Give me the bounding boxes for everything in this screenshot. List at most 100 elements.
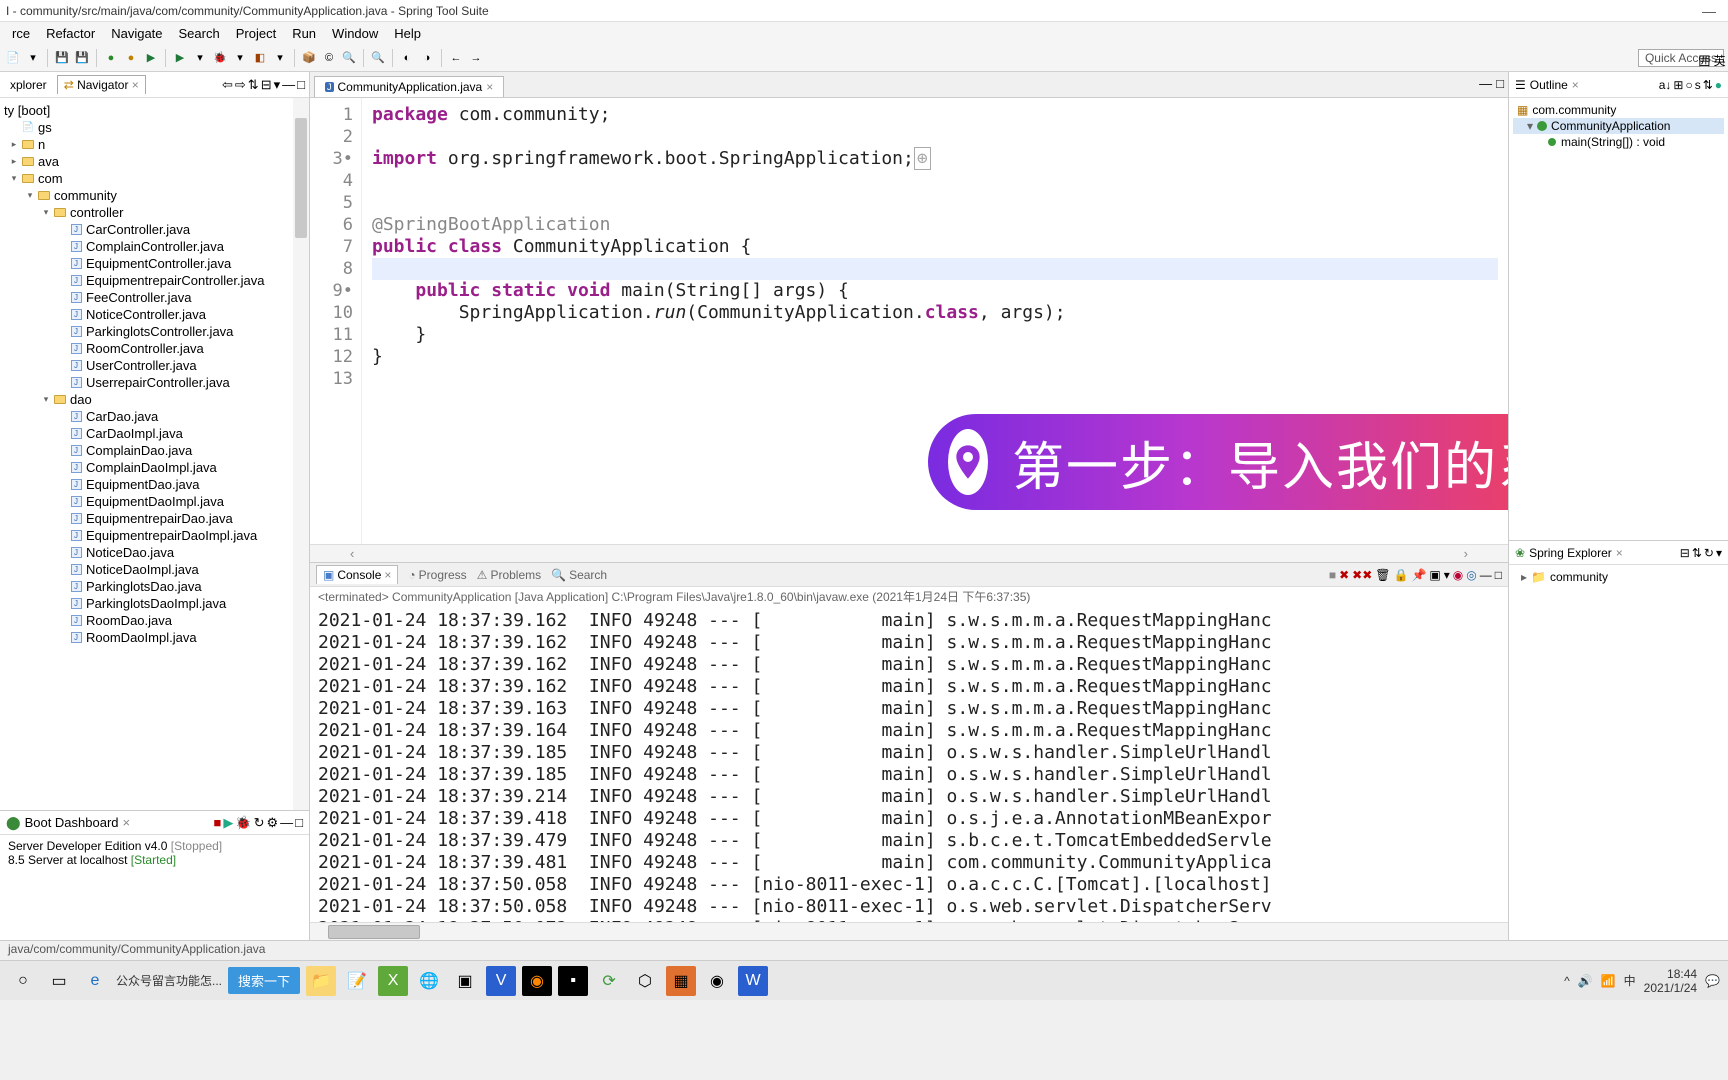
maximize-icon[interactable]: □: [1496, 76, 1504, 91]
refresh-icon[interactable]: ↻: [254, 815, 265, 831]
search-button[interactable]: 🔍: [369, 49, 387, 67]
search-button[interactable]: 搜索一下: [228, 967, 300, 994]
collapse-icon[interactable]: ⊟: [1680, 546, 1690, 560]
menu-refactor[interactable]: Refactor: [38, 24, 103, 43]
save-all-button[interactable]: 💾: [73, 49, 91, 67]
dropdown-icon[interactable]: ▾: [191, 49, 209, 67]
notepad-icon[interactable]: 📝: [342, 966, 372, 996]
refresh-icon[interactable]: ↻: [1704, 546, 1714, 560]
display-button[interactable]: ▣: [1429, 568, 1440, 582]
stop-button[interactable]: ■: [214, 815, 222, 831]
hide-static-icon[interactable]: s: [1695, 78, 1701, 92]
close-icon[interactable]: ×: [132, 78, 139, 92]
tree-file[interactable]: JEquipmentDaoImpl.java: [0, 493, 309, 510]
tree-root[interactable]: ty [boot]: [0, 102, 309, 119]
menu-window[interactable]: Window: [324, 24, 386, 43]
scrollbar-vertical[interactable]: [293, 98, 309, 810]
tree-file[interactable]: JCarDao.java: [0, 408, 309, 425]
tree-file[interactable]: JRoomController.java: [0, 340, 309, 357]
open-type-button[interactable]: 🔍: [340, 49, 358, 67]
dropdown-icon[interactable]: ▾: [24, 49, 42, 67]
tree-file[interactable]: JNoticeController.java: [0, 306, 309, 323]
outline-package[interactable]: ▦ com.community: [1513, 102, 1724, 118]
tab-console[interactable]: ▣ Console ×: [316, 565, 398, 584]
tray-language-icon[interactable]: 中: [1624, 972, 1636, 989]
new-button[interactable]: 📄: [4, 49, 22, 67]
boot-server-row[interactable]: Server Developer Edition v4.0 [Stopped]: [8, 839, 301, 853]
excel-icon[interactable]: X: [378, 966, 408, 996]
app-icon[interactable]: ◉: [522, 966, 552, 996]
task-view-icon[interactable]: ▭: [44, 966, 74, 996]
file-explorer-icon[interactable]: 📁: [306, 966, 336, 996]
close-icon[interactable]: ×: [1572, 78, 1579, 92]
vscode-icon[interactable]: V: [486, 966, 516, 996]
remove-all-button[interactable]: ✖✖: [1352, 568, 1372, 582]
terminal-icon[interactable]: ▪: [558, 966, 588, 996]
tree-folder[interactable]: ▾community: [0, 187, 309, 204]
taskbar-clock[interactable]: 18:44 2021/1/24: [1644, 967, 1697, 995]
outline-tree[interactable]: ▦ com.community ▾ CommunityApplication m…: [1509, 98, 1728, 540]
menu-source[interactable]: rce: [4, 24, 38, 43]
new-class-button[interactable]: ©: [320, 49, 338, 67]
toggle-button[interactable]: ◑: [418, 49, 436, 67]
toggle-button[interactable]: ◐: [398, 49, 416, 67]
filter-icon[interactable]: ▾: [1716, 546, 1722, 560]
tree-file[interactable]: JComplainController.java: [0, 238, 309, 255]
open-console-button[interactable]: ◉: [1453, 568, 1463, 582]
coverage-button[interactable]: ▶: [171, 49, 189, 67]
dropdown-icon[interactable]: ▾: [1444, 568, 1450, 582]
back-icon[interactable]: ⇦: [222, 77, 233, 93]
close-icon[interactable]: ×: [384, 568, 391, 582]
tree-file[interactable]: JEquipmentDao.java: [0, 476, 309, 493]
console-output[interactable]: 2021-01-24 18:37:39.162 INFO 49248 --- […: [310, 606, 1508, 922]
navigator-tree[interactable]: ty [boot] 📄gs▸n▸ava▾com▾community▾contro…: [0, 98, 309, 810]
debug-icon[interactable]: 🐞: [211, 49, 229, 67]
new-console-button[interactable]: ◎: [1466, 568, 1476, 582]
run-button[interactable]: ●: [102, 49, 120, 67]
tray-chevron-icon[interactable]: ^: [1564, 974, 1570, 988]
remove-launch-button[interactable]: ✖: [1339, 568, 1349, 582]
tray-wifi-icon[interactable]: 📶: [1601, 974, 1616, 988]
minimize-button[interactable]: —: [1696, 3, 1722, 19]
cortana-icon[interactable]: ○: [8, 966, 38, 996]
tree-file[interactable]: JNoticeDao.java: [0, 544, 309, 561]
app-icon[interactable]: ▦: [666, 966, 696, 996]
sort-icon[interactable]: a↓: [1659, 78, 1672, 92]
tree-file[interactable]: JRoomDao.java: [0, 612, 309, 629]
hide-fields-icon[interactable]: ○: [1685, 78, 1692, 92]
spring-project-item[interactable]: ▸ 📁 community: [1517, 569, 1720, 585]
link-icon[interactable]: ⇅: [1703, 78, 1713, 92]
console-horizontal-scrollbar[interactable]: [310, 922, 1508, 940]
tree-folder[interactable]: ▸n: [0, 136, 309, 153]
outline-method[interactable]: main(String[]) : void: [1513, 134, 1724, 150]
minimize-icon[interactable]: —: [1480, 568, 1492, 582]
tree-file[interactable]: JUserrepairController.java: [0, 374, 309, 391]
dropdown-icon[interactable]: ▾: [271, 49, 289, 67]
taskbar-item-text[interactable]: 公众号留言功能怎...: [116, 972, 222, 989]
dropdown-icon[interactable]: ▾: [231, 49, 249, 67]
tab-package-explorer[interactable]: xplorer: [4, 76, 53, 94]
tree-file[interactable]: JNoticeDaoImpl.java: [0, 561, 309, 578]
chrome-icon[interactable]: ◉: [702, 966, 732, 996]
debug-button[interactable]: ●: [122, 49, 140, 67]
tree-file[interactable]: JUserController.java: [0, 357, 309, 374]
tree-file[interactable]: JEquipmentrepairController.java: [0, 272, 309, 289]
clear-console-button[interactable]: 🗑: [1375, 568, 1390, 582]
maximize-icon[interactable]: □: [1495, 568, 1502, 582]
tree-folder[interactable]: ▸ava: [0, 153, 309, 170]
app-icon[interactable]: ⬡: [630, 966, 660, 996]
tree-file[interactable]: JEquipmentrepairDaoImpl.java: [0, 527, 309, 544]
notifications-icon[interactable]: 💬: [1705, 974, 1720, 988]
tree-file[interactable]: JComplainDao.java: [0, 442, 309, 459]
tab-problems[interactable]: ⚠Problems: [477, 568, 541, 582]
tree-file[interactable]: JCarDaoImpl.java: [0, 425, 309, 442]
boot-server-row[interactable]: 8.5 Server at localhost [Started]: [8, 853, 301, 867]
tree-file[interactable]: 📄gs: [0, 119, 309, 136]
tray-network-icon[interactable]: 🔊: [1578, 974, 1593, 988]
maximize-icon[interactable]: □: [295, 815, 303, 831]
menu-search[interactable]: Search: [171, 24, 228, 43]
sts-icon[interactable]: ⟳: [594, 966, 624, 996]
app-icon[interactable]: ▣: [450, 966, 480, 996]
external-tools-button[interactable]: ◧: [251, 49, 269, 67]
menu-project[interactable]: Project: [228, 24, 284, 43]
